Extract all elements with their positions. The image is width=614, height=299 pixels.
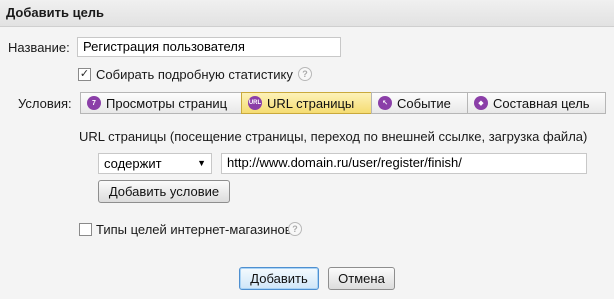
chevron-down-icon: ▼ [197,158,206,168]
dialog-header: Добавить цель [0,0,614,27]
tab-composite[interactable]: ◆ Составная цель [467,92,606,114]
help-icon[interactable]: ? [298,67,312,81]
add-button[interactable]: Добавить [239,267,319,290]
tab-label: Событие [397,95,451,111]
event-icon: ↖ [378,96,392,110]
detailed-stats-checkbox[interactable]: ✓ [78,68,91,81]
tab-url[interactable]: URL URL страницы [241,92,372,114]
url-icon: URL [248,96,262,110]
add-condition-button[interactable]: Добавить условие [98,180,230,203]
ecommerce-checkbox[interactable] [79,223,92,236]
tab-label: URL страницы [267,95,355,111]
name-label: Название: [8,40,70,55]
condition-tabs: 7 Просмотры страниц URL URL страницы ↖ С… [80,92,606,114]
pageviews-icon: 7 [87,96,101,110]
match-type-value: содержит [104,156,162,171]
url-input[interactable]: http://www.domain.ru/user/register/finis… [221,153,587,174]
help-icon[interactable]: ? [288,222,302,236]
tab-event[interactable]: ↖ Событие [371,92,468,114]
composite-icon: ◆ [474,96,488,110]
detailed-stats-label: Собирать подробную статистику [96,67,293,82]
url-description: URL страницы (посещение страницы, перехо… [79,129,588,144]
tab-pageviews[interactable]: 7 Просмотры страниц [80,92,242,114]
match-type-select[interactable]: содержит ▼ [98,153,212,174]
tab-label: Просмотры страниц [106,95,228,111]
conditions-label: Условия: [18,96,72,111]
goal-name-input[interactable]: Регистрация пользователя [77,37,341,57]
ecommerce-label: Типы целей интернет-магазинов [96,222,292,237]
tab-label: Составная цель [493,95,590,111]
cancel-button[interactable]: Отмена [328,267,395,290]
dialog-title: Добавить цель [6,5,105,20]
